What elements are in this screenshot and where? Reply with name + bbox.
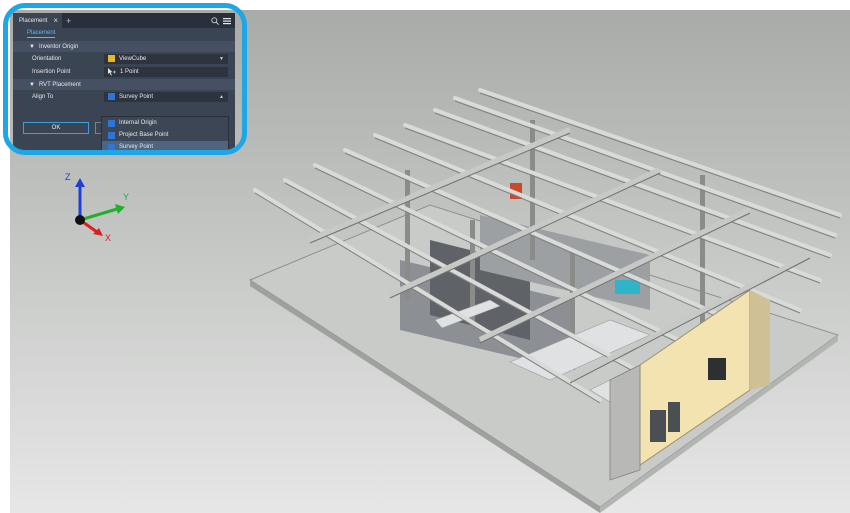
x-axis-label: X <box>105 233 112 243</box>
survey-point-icon <box>108 143 115 151</box>
window <box>708 358 726 380</box>
insertion-row: Insertion Point 1 Point <box>13 65 235 78</box>
wall-pier <box>609 364 641 481</box>
subtab-row: Placement <box>13 28 235 40</box>
z-axis-label: Z <box>65 172 71 182</box>
orientation-value: ViewCube <box>119 55 147 62</box>
y-axis-label: Y <box>123 192 130 202</box>
orientation-row: Orientation ViewCube ▼ <box>13 52 235 65</box>
door-2 <box>668 402 680 432</box>
door <box>650 410 666 442</box>
chevron-down-icon: ▼ <box>219 55 224 62</box>
section-rvt-placement[interactable]: ▼ RVT Placement <box>13 79 235 90</box>
exterior-wall-side <box>750 290 770 390</box>
add-tab-icon[interactable]: + <box>66 16 71 26</box>
panel-tabbar: Placement × + <box>13 13 235 28</box>
close-icon[interactable]: × <box>53 16 58 25</box>
align-to-value: Survey Point <box>119 93 154 100</box>
orientation-select[interactable]: ViewCube ▼ <box>104 53 228 64</box>
insertion-label: Insertion Point <box>32 68 71 75</box>
internal-origin-icon <box>108 119 115 127</box>
collapse-arrow-icon: ▼ <box>29 81 35 88</box>
insertion-value: 1 Point <box>120 68 139 75</box>
cursor-crosshair-icon <box>108 67 116 76</box>
dropdown-option-survey-point[interactable]: Survey Point <box>102 141 228 153</box>
section-inventor-origin-title: Inventor Origin <box>38 43 79 50</box>
dropdown-option-label: Survey Point <box>119 144 154 150</box>
project-base-point-icon <box>108 131 115 139</box>
dropdown-option-internal-origin[interactable]: Internal Origin <box>102 117 228 129</box>
section-rvt-placement-title: RVT Placement <box>38 81 81 88</box>
dropdown-option-label: Internal Origin <box>119 120 157 126</box>
tab-placement[interactable]: Placement × <box>13 13 63 28</box>
button-row: OK <box>23 122 107 134</box>
section-inventor-origin[interactable]: ▼ Inventor Origin <box>13 41 235 52</box>
axis-triad-graphic <box>75 178 125 236</box>
align-to-label: Align To <box>32 93 54 100</box>
chevron-up-icon: ▲ <box>219 93 224 100</box>
insertion-point-field[interactable]: 1 Point <box>104 66 228 77</box>
viewcube-icon <box>108 55 115 62</box>
orientation-label: Orientation <box>32 55 62 62</box>
subtab-placement[interactable]: Placement <box>27 30 56 38</box>
axis-triad: Z Y X <box>55 170 135 255</box>
align-to-dropdown: Internal Origin Project Base Point Surve… <box>101 116 229 153</box>
collapse-arrow-icon: ▼ <box>29 43 35 50</box>
align-to-row: Align To Survey Point ▲ <box>13 90 235 103</box>
align-to-select[interactable]: Survey Point ▲ <box>104 91 228 102</box>
menu-icon[interactable] <box>223 17 231 25</box>
dropdown-option-label: Project Base Point <box>119 132 169 138</box>
survey-point-icon <box>108 93 115 100</box>
ok-button[interactable]: OK <box>23 122 89 134</box>
tab-placement-label: Placement <box>19 17 48 24</box>
cyan-equipment <box>615 280 640 294</box>
search-icon[interactable] <box>211 16 219 25</box>
dropdown-option-project-base-point[interactable]: Project Base Point <box>102 129 228 141</box>
